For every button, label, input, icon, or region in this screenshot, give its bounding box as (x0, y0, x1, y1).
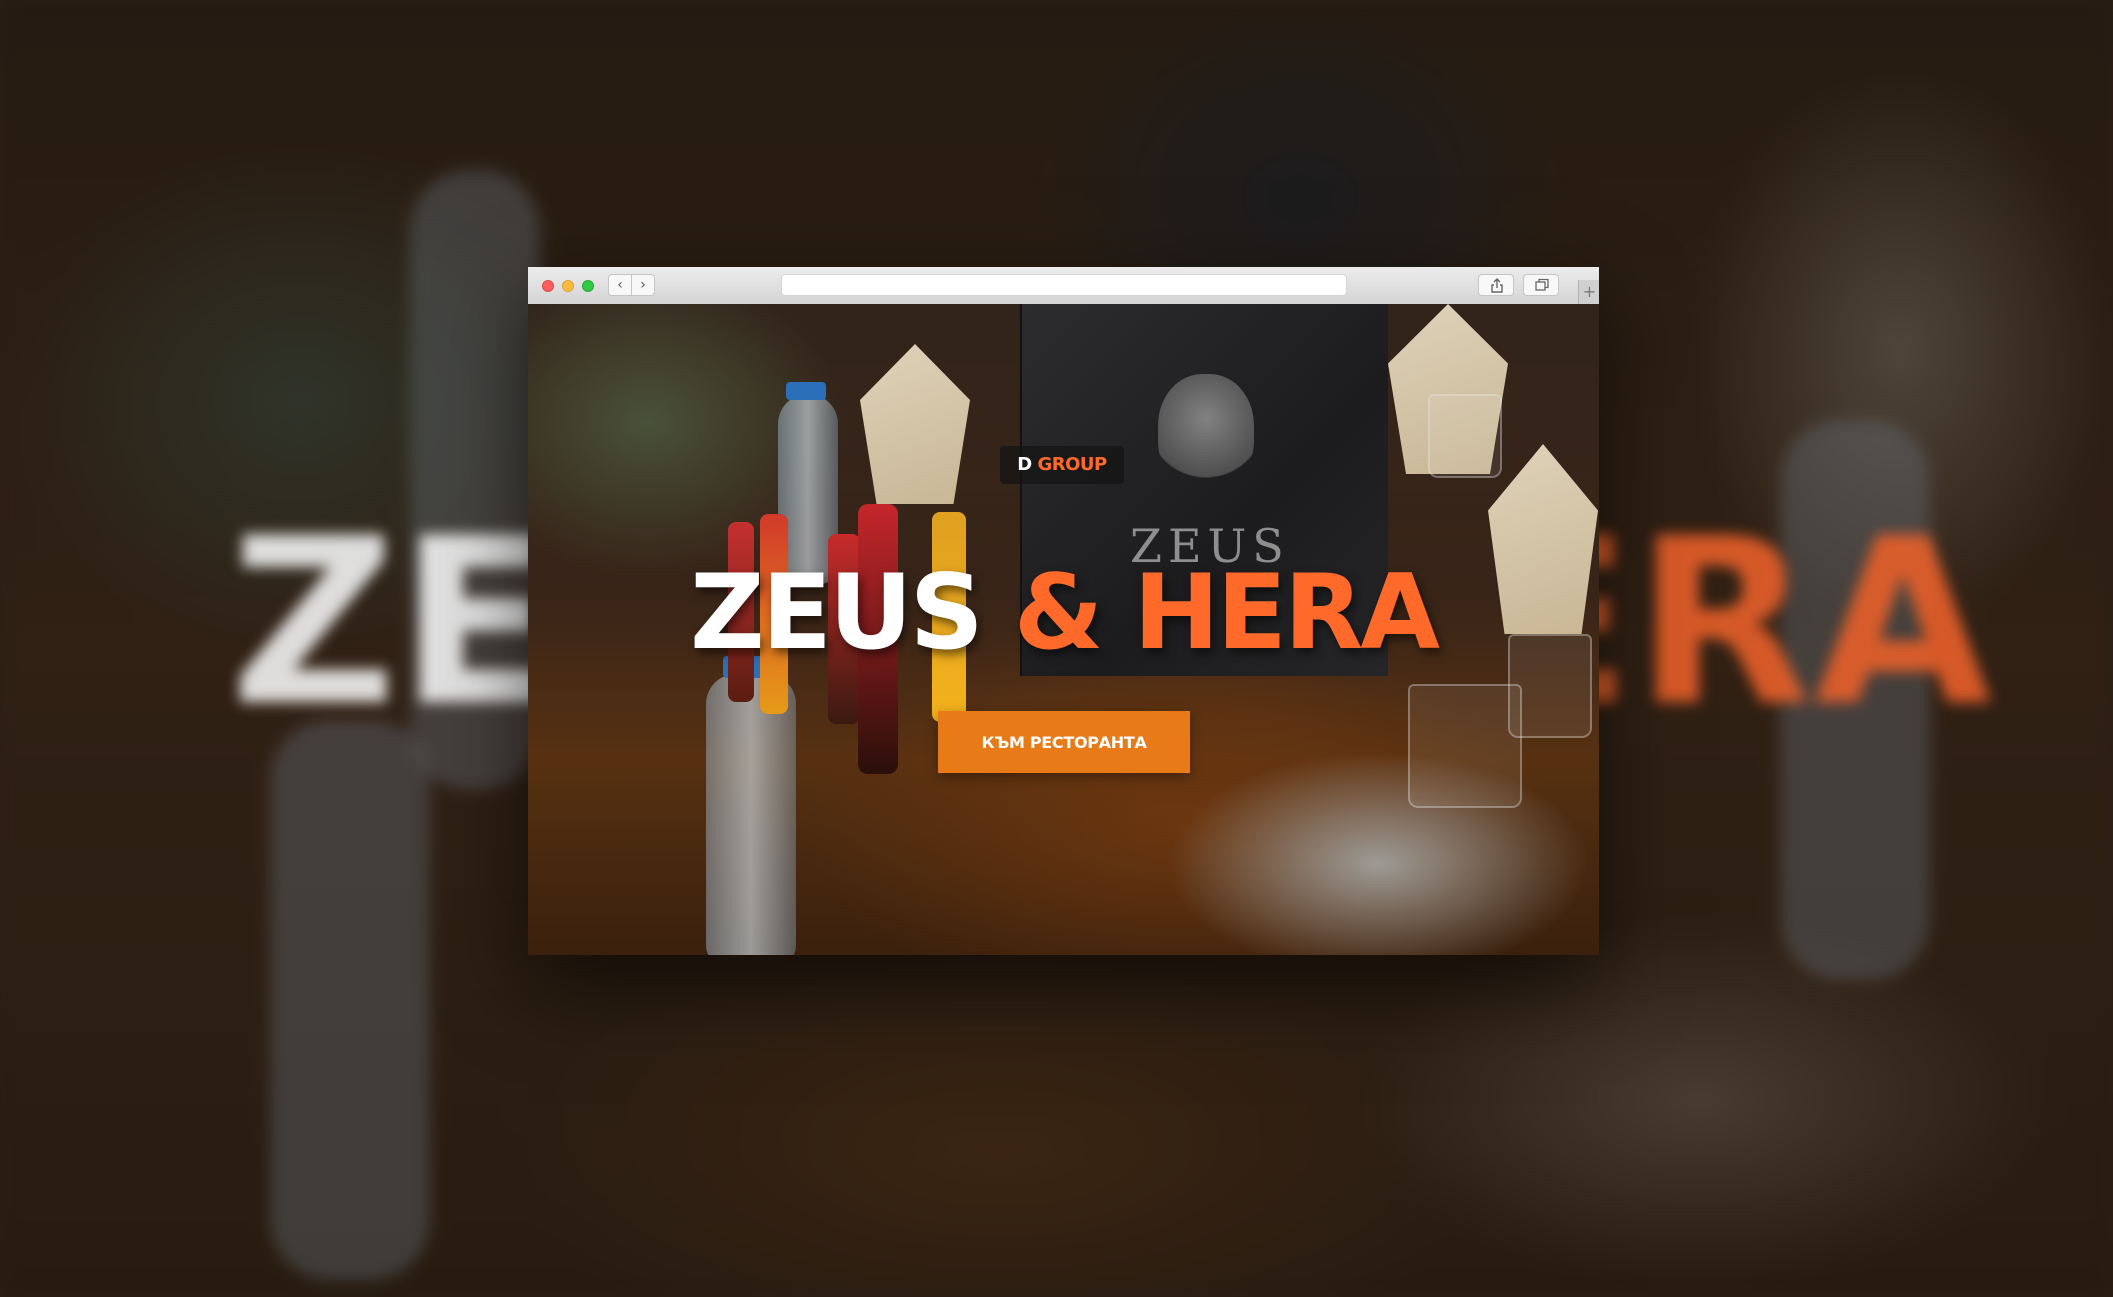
chevron-left-icon[interactable]: ‹ (608, 274, 632, 296)
share-icon (1491, 278, 1503, 293)
chevron-right-icon[interactable]: › (631, 274, 655, 296)
zoom-dot-icon[interactable] (582, 280, 594, 292)
hero-section: ZEUS D GROUP ZEUS & HERA КЪМ РЕСТОРАНТА (528, 304, 1599, 955)
plus-icon[interactable]: + (1578, 280, 1599, 304)
tabs-button[interactable] (1523, 274, 1559, 296)
tabs-icon (1535, 278, 1549, 291)
address-bar[interactable] (781, 274, 1347, 296)
glass (1408, 684, 1522, 808)
minimize-dot-icon[interactable] (562, 280, 574, 292)
close-dot-icon[interactable] (542, 280, 554, 292)
hero-title: ZEUS & HERA (528, 558, 1599, 668)
hero-title-orange: & HERA (1013, 553, 1440, 673)
share-button[interactable] (1478, 274, 1514, 296)
zeus-head-icon (1158, 374, 1254, 486)
bottle-cap (786, 382, 826, 400)
hero-title-white: ZEUS (689, 553, 984, 673)
to-restaurant-button[interactable]: КЪМ РЕСТОРАНТА (938, 711, 1190, 773)
browser-toolbar: ‹ › + (528, 267, 1599, 305)
napkin (860, 344, 970, 504)
browser-window: ‹ › + ZEUS D GROUP ZEUS & HERA КЪМ РЕСТО… (528, 267, 1599, 955)
dgroup-logo[interactable]: D GROUP (1000, 446, 1124, 484)
logo-d: D (1017, 454, 1032, 475)
water-bottle (706, 674, 796, 955)
glass (1428, 394, 1502, 478)
logo-group: GROUP (1037, 454, 1107, 475)
